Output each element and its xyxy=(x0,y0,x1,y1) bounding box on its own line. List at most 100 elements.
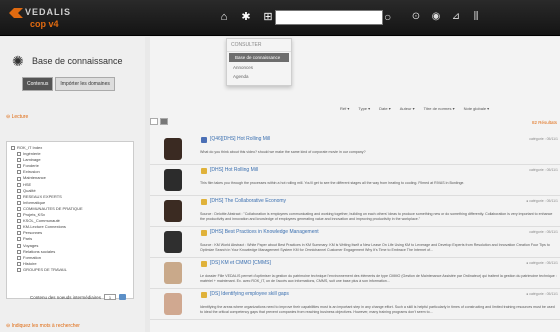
item-description: Identifying the areas where organization… xyxy=(200,305,555,314)
tree-checkbox[interactable] xyxy=(17,231,21,236)
users-icon[interactable]: ✱ xyxy=(240,11,252,23)
menu-item-knowledge-base[interactable]: Base de connaissance xyxy=(229,53,289,62)
list-item[interactable]: [Q46][DHS] Hot Rolling Mill catégorie : 0… xyxy=(150,134,560,165)
item-title-link[interactable]: [DHS] Hot Rolling Mill xyxy=(210,167,258,173)
item-description: Source : Deloitte Abstract : "Collaborat… xyxy=(200,212,553,221)
sort-filter[interactable]: Type ▾ xyxy=(358,106,370,111)
menu-item-agenda[interactable]: Agenda xyxy=(227,72,291,81)
author-avatar xyxy=(164,231,182,253)
domain-tree: ROK_IT Index Ingénierie Laminage Fonderie Ex… xyxy=(6,141,134,299)
list-item[interactable]: [DHS] Best Practices in Knowledge Manage… xyxy=(150,227,560,258)
dropdown-header: CONSULTER xyxy=(227,39,291,52)
sort-filter[interactable]: Date ▾ xyxy=(379,106,391,111)
tree-checkbox[interactable] xyxy=(17,182,21,187)
item-title-link[interactable]: [Q46][DHS] Hot Rolling Mill xyxy=(210,136,270,142)
left-panel: ✺ Base de connaissance Contenus Impórter… xyxy=(0,37,145,332)
tree-checkbox[interactable] xyxy=(17,237,21,242)
document-type-icon xyxy=(201,168,207,174)
top-navigation-bar: VEDALIS cop v4 ⌂ ✱ ⊞ ▦ ○ ⊙ ◉ ⊿ ⫼ xyxy=(0,0,560,36)
tree-checkbox[interactable] xyxy=(17,267,21,272)
chat-icon[interactable]: ⊙ xyxy=(410,11,422,23)
tree-checkbox[interactable] xyxy=(17,225,21,230)
tree-checkbox[interactable] xyxy=(17,170,21,175)
list-item[interactable]: [DHS] Hot Rolling Mill catégorie : 05/11/… xyxy=(150,165,560,196)
eye-icon[interactable]: ◉ xyxy=(430,11,442,23)
list-item[interactable]: [DS] KM et CMMO [CMMS] ● catégorie : 05/1… xyxy=(150,258,560,289)
tree-checkbox[interactable] xyxy=(17,219,21,224)
search-input[interactable] xyxy=(275,10,383,25)
chart-icon[interactable]: ⊿ xyxy=(450,11,462,23)
document-type-icon xyxy=(201,261,207,267)
item-meta: ● catégorie : 05/11/1 xyxy=(526,199,558,203)
logo-subtitle: cop v4 xyxy=(30,19,59,29)
knowledge-network-icon: ✺ xyxy=(12,53,24,69)
vedalis-logo[interactable]: VEDALIS cop v4 xyxy=(8,7,70,31)
tree-checkbox[interactable] xyxy=(17,206,21,211)
item-meta: catégorie : 05/11/1 xyxy=(529,230,558,234)
view-toggle-button[interactable] xyxy=(160,118,168,125)
tree-node[interactable]: GROUPES DE TRAVAIL xyxy=(11,267,129,273)
tab-import-domains[interactable]: Impórter les domaines xyxy=(55,77,115,91)
content-tabs: Contenus Impórter les domaines xyxy=(22,77,115,91)
sort-filter[interactable]: Auteur ▾ xyxy=(400,106,415,111)
sort-filter[interactable]: Note globale ▾ xyxy=(464,106,490,111)
tree-checkbox[interactable] xyxy=(17,188,21,193)
tree-checkbox[interactable] xyxy=(11,146,15,151)
sort-filter[interactable]: Réf ▾ xyxy=(340,106,349,111)
tab-contenus[interactable]: Contenus xyxy=(22,77,54,91)
item-description: What do you think about this video? shou… xyxy=(200,150,366,154)
item-title-link[interactable]: [DHS] Best Practices in Knowledge Manage… xyxy=(210,229,319,235)
search-icon[interactable]: ○ xyxy=(384,10,396,25)
section-label-lecture[interactable]: ⊖ Lecture xyxy=(6,114,28,120)
home-icon[interactable]: ⌂ xyxy=(218,11,230,23)
tree-checkbox[interactable] xyxy=(17,194,21,199)
tree-checkbox[interactable] xyxy=(17,200,21,205)
sort-filters: Réf ▾ Type ▾ Date ▾ Auteur ▾ Titre de normes… xyxy=(340,106,489,111)
consult-dropdown-menu: CONSULTER Base de connaissance Annonces … xyxy=(226,38,292,86)
tree-checkbox[interactable] xyxy=(17,176,21,181)
item-title-link[interactable]: [DS] KM et CMMO [CMMS] xyxy=(210,260,271,266)
item-title-link[interactable]: [DHS] The Collaborative Economy xyxy=(210,198,286,204)
tree-checkbox[interactable] xyxy=(17,243,21,248)
tree-checkbox[interactable] xyxy=(17,158,21,163)
item-meta: catégorie : 05/11/1 xyxy=(529,168,558,172)
document-type-icon xyxy=(201,199,207,205)
item-description: Le dossier Fille VEDALIS permet d'optimi… xyxy=(200,274,557,283)
sort-filter[interactable]: Titre de normes ▾ xyxy=(424,106,455,111)
author-avatar xyxy=(164,169,182,191)
results-list: [Q46][DHS] Hot Rolling Mill catégorie : 0… xyxy=(150,134,560,320)
tree-checkbox[interactable] xyxy=(17,152,21,157)
document-type-icon xyxy=(201,230,207,236)
document-type-icon xyxy=(201,137,207,143)
results-count[interactable]: 82 Résultats xyxy=(532,120,557,125)
secondary-nav: ⊙ ◉ ⊿ ⫼ xyxy=(410,11,482,23)
grid-icon[interactable]: ⊞ xyxy=(262,11,274,23)
item-description: This film takes you through the processe… xyxy=(200,181,465,185)
list-item[interactable]: [DHS] The Collaborative Economy ● catégor… xyxy=(150,196,560,227)
main-content: Réf ▾ Type ▾ Date ▾ Auteur ▾ Titre de normes… xyxy=(150,37,560,332)
tree-checkbox[interactable] xyxy=(17,164,21,169)
levels-label: Contenu des noeuds intermédiaires xyxy=(30,294,102,300)
list-item[interactable]: [DS] Identifying employee skill gaps ● ca… xyxy=(150,289,560,320)
menu-item-announcements[interactable]: Annonces xyxy=(227,63,291,72)
author-avatar xyxy=(164,200,182,222)
tree-checkbox[interactable] xyxy=(17,255,21,260)
item-description: Source : KM World Abstract : White Paper… xyxy=(200,243,550,252)
item-title-link[interactable]: [DS] Identifying employee skill gaps xyxy=(210,291,289,297)
tree-checkbox[interactable] xyxy=(17,213,21,218)
intermediate-levels-control: Contenu des noeuds intermédiaires 1 xyxy=(30,294,127,300)
author-avatar xyxy=(164,262,182,284)
logo-mark-icon xyxy=(9,8,23,18)
sliders-icon[interactable]: ⫼ xyxy=(470,11,482,23)
item-meta: catégorie : 05/11/1 xyxy=(529,137,558,141)
collapse-button[interactable] xyxy=(150,118,158,125)
tree-checkbox[interactable] xyxy=(17,261,21,266)
document-type-icon xyxy=(201,292,207,298)
author-avatar xyxy=(164,138,182,160)
levels-settings-icon[interactable] xyxy=(119,294,127,300)
page-title: ✺ Base de connaissance xyxy=(12,53,123,69)
author-avatar xyxy=(164,293,182,315)
tree-checkbox[interactable] xyxy=(17,249,21,254)
section-label-search-words[interactable]: ⊖ Indiquez les mots à rechercher xyxy=(6,323,80,329)
levels-value-input[interactable]: 1 xyxy=(104,294,117,300)
